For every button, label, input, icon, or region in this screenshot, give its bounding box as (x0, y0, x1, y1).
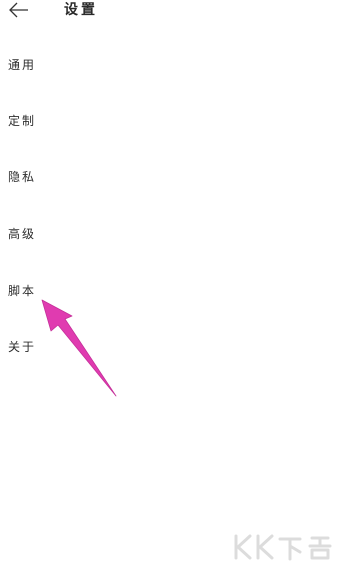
menu-item-privacy[interactable]: 隐私 (8, 169, 36, 185)
menu-item-advanced[interactable]: 高级 (8, 226, 36, 242)
header-bar: 设置 (0, 0, 347, 24)
menu-item-about[interactable]: 关于 (8, 339, 36, 355)
arrow-left-icon (9, 2, 28, 18)
menu-item-general[interactable]: 通用 (8, 57, 36, 73)
page-title: 设置 (64, 2, 98, 18)
menu-item-custom[interactable]: 定制 (8, 113, 36, 129)
watermark-logo (234, 534, 332, 561)
pointer-arrow-icon (41, 299, 117, 397)
back-button[interactable] (6, 0, 32, 20)
menu-item-script[interactable]: 脚本 (8, 283, 36, 299)
